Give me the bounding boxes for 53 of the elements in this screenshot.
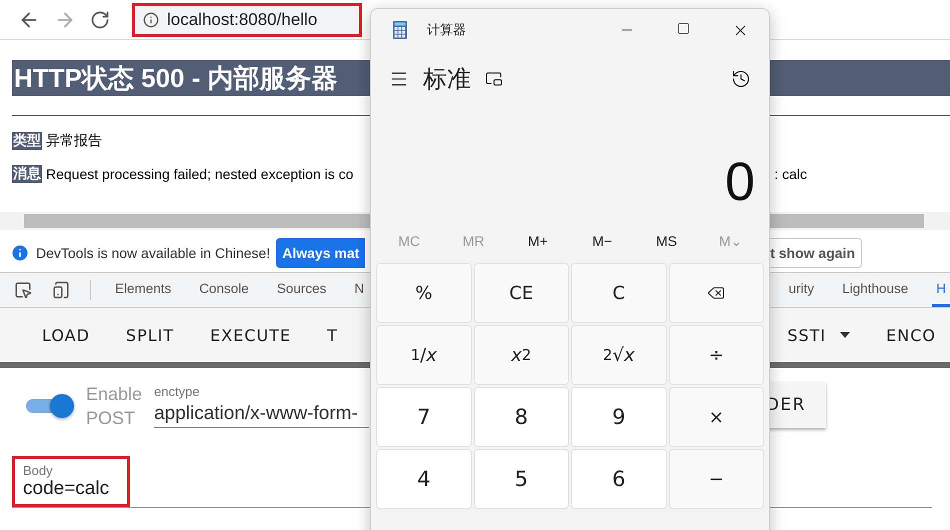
devtools-tab[interactable]: Console xyxy=(195,273,253,307)
devtools-tab[interactable]: urity xyxy=(784,273,818,307)
body-field[interactable]: Body code=calc xyxy=(12,456,130,507)
primary-button[interactable]: Always mat xyxy=(276,238,366,268)
backspace-icon xyxy=(707,284,726,302)
field-text: Request processing failed; nested exception is co xyxy=(46,166,354,182)
field-text: : calc xyxy=(774,166,807,182)
keep-on-top-icon[interactable] xyxy=(485,70,503,88)
info-icon xyxy=(10,243,30,263)
caret-icon xyxy=(840,332,850,338)
calculator-app-icon xyxy=(393,21,407,39)
toolbar-button[interactable]: SPLIT xyxy=(112,318,188,352)
toolbar-button[interactable]: SSTI xyxy=(773,318,864,352)
function-key[interactable]: C xyxy=(571,263,666,323)
toolbar-button[interactable]: ENCO xyxy=(872,318,950,352)
digit-key[interactable]: 8 xyxy=(474,387,569,447)
toolbar-button[interactable]: EXECUTE xyxy=(196,318,306,352)
maximize-icon[interactable] xyxy=(677,22,690,34)
field-text: 异常报告 xyxy=(46,132,102,150)
toolbar-button[interactable]: LOAD xyxy=(28,318,104,352)
field-label: 消息 xyxy=(12,165,42,183)
digit-key[interactable]: 4 xyxy=(376,449,472,509)
devtools-tab[interactable]: Lighthouse xyxy=(838,273,912,307)
address-bar[interactable]: localhost:8080/hello xyxy=(132,2,362,36)
digit-key[interactable]: 9 xyxy=(571,387,666,447)
mode-title: 标准 xyxy=(423,65,471,95)
field-label: 类型 xyxy=(12,132,42,150)
devtools-tab[interactable]: Elements xyxy=(111,273,176,307)
devtools-tab[interactable]: N xyxy=(350,273,368,307)
devtools-tab[interactable]: Sources xyxy=(272,273,330,307)
history-icon[interactable] xyxy=(731,69,751,89)
inspect-icon[interactable] xyxy=(14,281,32,299)
memory-button[interactable]: M− xyxy=(586,232,618,250)
toggle-switch[interactable] xyxy=(24,394,74,418)
digit-key[interactable]: 7 xyxy=(376,387,472,447)
function-key[interactable]: % xyxy=(376,263,472,323)
toolbar-button[interactable]: T xyxy=(313,318,352,352)
digit-key[interactable]: 5 xyxy=(474,449,569,509)
reload-icon[interactable] xyxy=(90,10,110,30)
banner-text: DevTools is now available in Chinese! xyxy=(36,245,270,261)
info-icon xyxy=(143,12,159,28)
function-key[interactable]: − xyxy=(668,449,764,509)
memory-button[interactable]: MS xyxy=(650,232,683,250)
enctype-field[interactable]: enctype application/x-www-form- xyxy=(154,384,370,428)
function-key[interactable]: × xyxy=(668,387,764,447)
memory-button[interactable]: M+ xyxy=(522,232,554,250)
function-key[interactable]: ÷ xyxy=(668,325,764,385)
digit-key[interactable]: 6 xyxy=(571,449,666,509)
window-title: 计算器 xyxy=(427,21,466,39)
function-key[interactable]: CE xyxy=(474,263,569,323)
calculator-display: 0 xyxy=(724,151,756,214)
toggle-label: Enable POST xyxy=(86,383,142,430)
device-toolbar-icon[interactable] xyxy=(52,281,70,299)
